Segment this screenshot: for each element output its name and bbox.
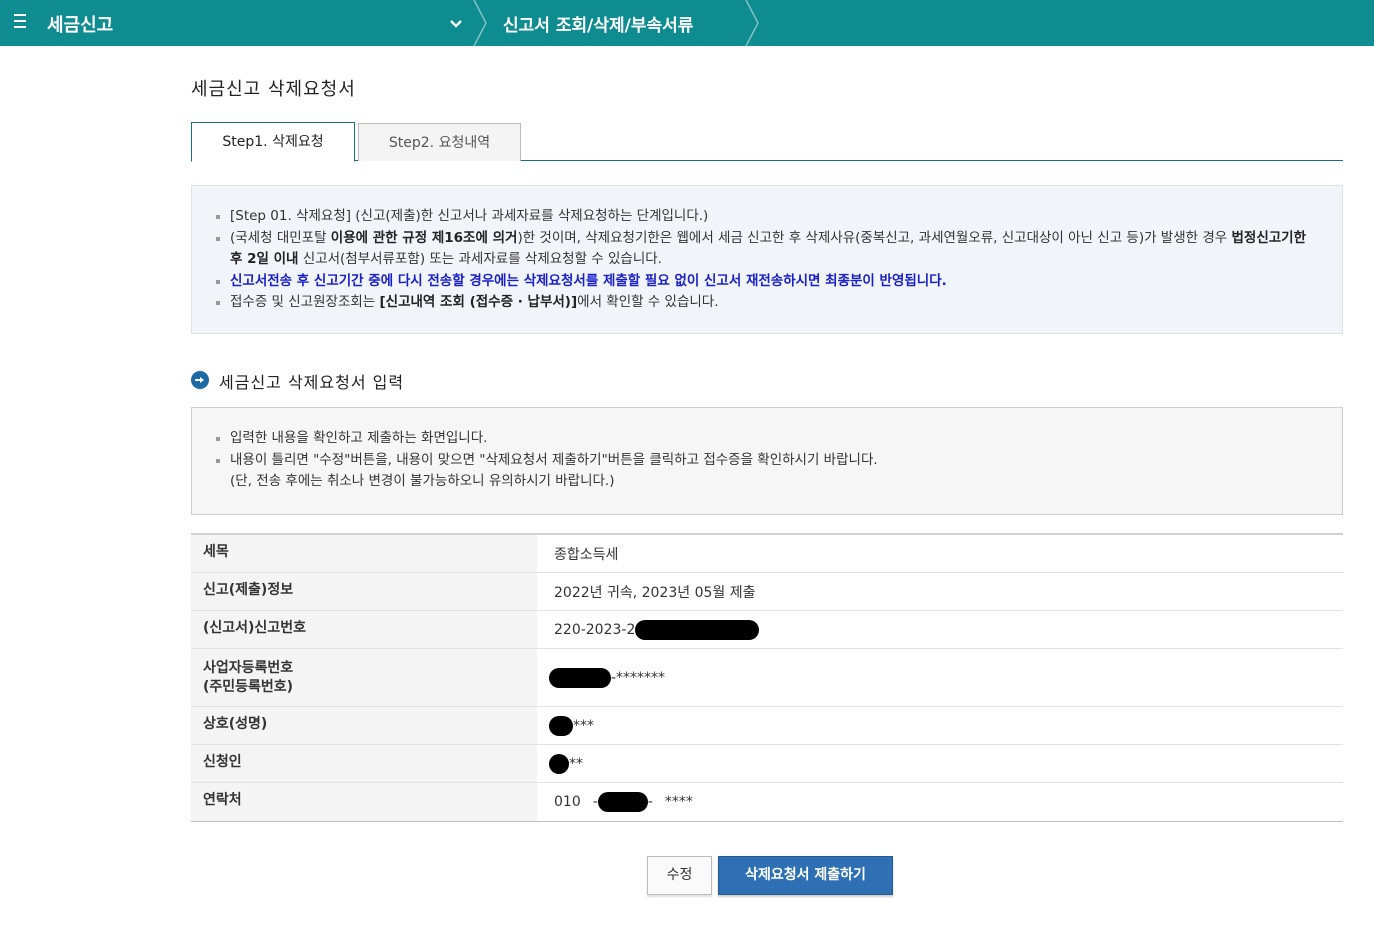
contact-suffix: **** [664,794,693,810]
reg-number-masked: -******* [611,669,666,686]
notice-text: [Step 01. 삭제요청] (신고(제출)한 신고서나 과세자료를 삭제요청… [230,208,709,224]
label-tax-item: 세목 [191,535,537,572]
top-bar: 세금신고 신고서 조회/삭제/부속서류 [0,0,1374,46]
app-title[interactable]: 세금신고 [47,11,113,37]
value-contact: 010 -- **** [537,783,1343,821]
menu-icon[interactable] [14,14,30,32]
label-registration-number: 사업자등록번호 (주민등록번호) [191,649,537,706]
guide-text: 내용이 틀리면 "수정"버튼을, 내용이 맞으면 "삭제요청서 제출하기"버튼을… [230,451,878,468]
redaction-mark [549,667,611,688]
tab-step2[interactable]: Step2. 요청내역 [358,123,521,161]
table-row: 사업자등록번호 (주민등록번호) -******* [191,649,1343,707]
tab-step1[interactable]: Step1. 삭제요청 [191,122,355,162]
table-row: 상호(성명) *** [191,707,1343,745]
label-filing-number: (신고서)신고번호 [191,611,537,648]
label-applicant: 신청인 [191,745,537,782]
guide-item: 내용이 틀리면 "수정"버튼을, 내용이 맞으면 "삭제요청서 제출하기"버튼을… [216,450,1318,493]
table-row: 신청인 ** [191,745,1343,783]
notice-item: 접수증 및 신고원장조회는 [신고내역 조회 (접수증 · 납부서)]에서 확인… [216,292,1318,314]
value-applicant: ** [537,745,1343,782]
notice-item: 신고서전송 후 신고기간 중에 다시 전송할 경우에는 삭제요청서를 제출할 필… [216,271,1318,293]
contact-dash: - [647,794,653,810]
chevron-down-icon[interactable] [446,14,466,34]
label-filing-info: 신고(제출)정보 [191,573,537,610]
notice-bold-text: 이용에 관한 규정 제16조에 의거 [330,229,518,246]
arrow-right-circle-icon [191,371,209,389]
redaction-mark [597,792,648,812]
guide-text: 입력한 내용을 확인하고 제출하는 화면입니다. [230,430,488,446]
guide-box: 입력한 내용을 확인하고 제출하는 화면입니다. 내용이 틀리면 "수정"버튼을… [191,407,1343,515]
table-row: 세목 종합소득세 [191,535,1343,573]
page-title: 세금신고 삭제요청서 [191,79,356,100]
redaction-mark [635,619,760,640]
request-info-table: 세목 종합소득세 신고(제출)정보 2022년 귀속, 2023년 05월 제출… [191,533,1343,822]
notice-box: [Step 01. 삭제요청] (신고(제출)한 신고서나 과세자료를 삭제요청… [191,185,1343,334]
redaction-mark [549,715,573,736]
notice-link-text: [신고내역 조회 (접수증 · 납부서)] [379,294,578,310]
notice-text: 에서 확인할 수 있습니다. [577,294,719,310]
value-trade-name: *** [537,707,1343,744]
table-row: 신고(제출)정보 2022년 귀속, 2023년 05월 제출 [191,573,1343,611]
value-tax-item: 종합소득세 [537,535,1343,572]
breadcrumb[interactable]: 신고서 조회/삭제/부속서류 [503,11,693,36]
label-contact: 연락처 [191,783,537,821]
notice-text: )한 것이며, 삭제요청기한은 웹에서 세금 신고한 후 삭제사유(중복신고, … [517,229,1232,246]
submit-delete-request-button[interactable]: 삭제요청서 제출하기 [718,856,893,895]
edit-button[interactable]: 수정 [647,856,712,895]
value-registration-number: -******* [537,649,1343,706]
trade-name-masked: *** [573,717,594,734]
notice-text: 접수증 및 신고원장조회는 [230,294,380,310]
breadcrumb-separator-icon [473,0,487,46]
section-label: 세금신고 삭제요청서 입력 [219,373,405,392]
filing-info-text: 2022년 귀속, 2023년 05월 제출 [554,584,756,601]
tax-item-text: 종합소득세 [554,546,619,563]
step-tabs: Step1. 삭제요청 Step2. 요청내역 [191,122,1343,162]
contact-prefix: 010 [554,794,581,810]
guide-note: (단, 전송 후에는 취소나 변경이 불가능하오니 유의하시기 바랍니다.) [230,473,615,489]
notice-item: (국세청 대민포탈 이용에 관한 규정 제16조에 의거)한 것이며, 삭제요청… [216,228,1318,271]
notice-highlight-text: 신고서전송 후 신고기간 중에 다시 전송할 경우에는 삭제요청서를 제출할 필… [230,272,947,289]
filing-number-text: 220-2023-2 [554,621,636,638]
label-trade-name: 상호(성명) [191,707,537,744]
value-filing-number: 220-2023-2 [537,611,1343,648]
value-filing-info: 2022년 귀속, 2023년 05월 제출 [537,573,1343,610]
notice-text: 신고서(첨부서류포함) 또는 과세자료를 삭제요청할 수 있습니다. [298,251,662,267]
guide-item: 입력한 내용을 확인하고 제출하는 화면입니다. [216,428,1318,450]
applicant-masked: ** [569,755,583,772]
redaction-mark [549,753,569,774]
reg-label-line2: (주민등록번호) [203,679,294,695]
table-row: 연락처 010 -- **** [191,783,1343,821]
table-row: (신고서)신고번호 220-2023-2 [191,611,1343,649]
notice-text: (국세청 대민포탈 [230,229,331,246]
notice-item: [Step 01. 삭제요청] (신고(제출)한 신고서나 과세자료를 삭제요청… [216,206,1318,228]
reg-label-line1: 사업자등록번호 [203,660,294,676]
breadcrumb-separator-icon [745,0,759,46]
